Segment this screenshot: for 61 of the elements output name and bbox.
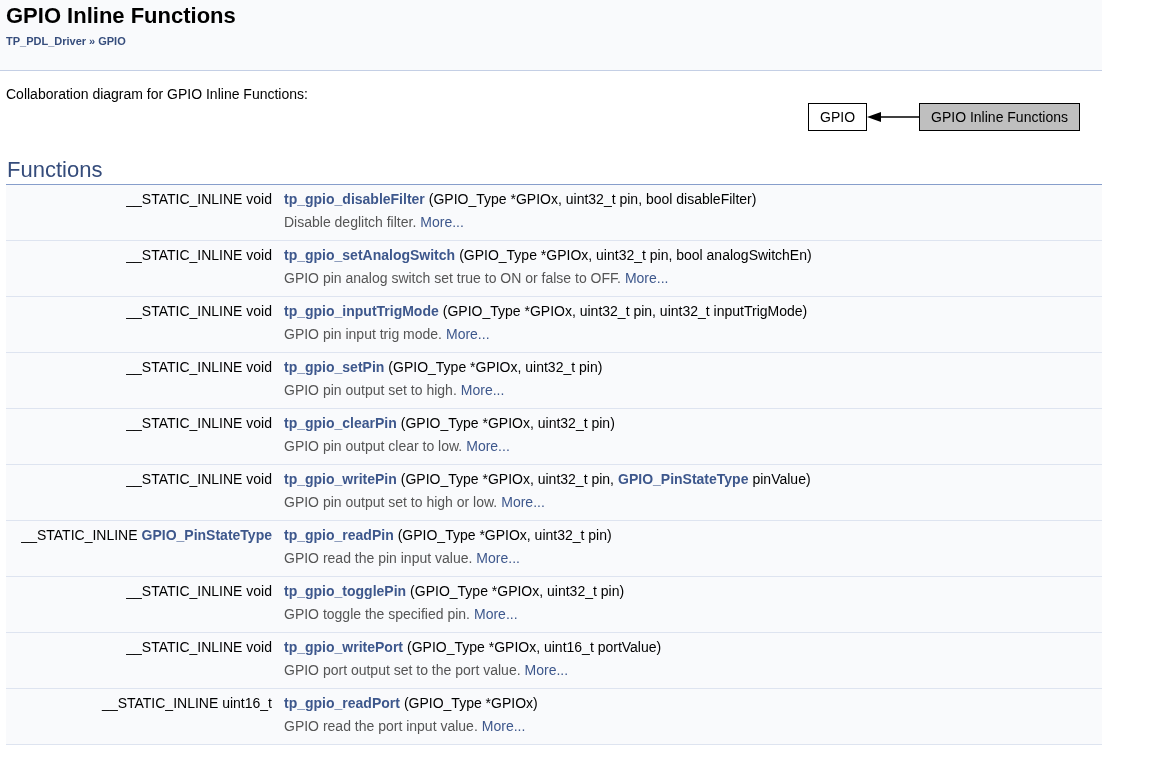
more-link[interactable]: More... — [460, 382, 505, 398]
function-link[interactable]: tp_gpio_setPin — [284, 359, 385, 375]
function-description: GPIO pin output clear to low. — [284, 438, 463, 454]
function-parameters: (GPIO_Type *GPIOx, uint32_t pin, bool analogSwitchEn) — [459, 247, 812, 263]
return-type: __STATIC_INLINE void — [126, 639, 272, 655]
function-link[interactable]: tp_gpio_writePin — [284, 471, 397, 487]
more-link[interactable]: More... — [476, 550, 520, 566]
function-description: Disable deglitch filter. — [284, 214, 417, 230]
function-link[interactable]: tp_gpio_disableFilter — [284, 191, 425, 207]
more-link[interactable]: More... — [501, 494, 545, 510]
arrow-connector — [867, 111, 920, 123]
function-parameters: (GPIO_Type *GPIOx, uint32_t pin, uint32_t inputTrigMode) — [442, 303, 808, 319]
function-description: GPIO read the pin input value. — [284, 550, 473, 566]
breadcrumb-separator: » — [89, 35, 96, 47]
return-type: __STATIC_INLINE — [21, 527, 138, 543]
function-description: GPIO toggle the specified pin. — [284, 606, 470, 622]
function-link[interactable]: tp_gpio_setAnalogSwitch — [284, 247, 456, 263]
function-parameters: (GPIO_Type *GPIOx, uint16_t portValue) — [407, 639, 662, 655]
more-link[interactable]: More... — [445, 326, 490, 342]
function-parameters: (GPIO_Type *GPIOx, uint32_t pin) — [400, 415, 615, 431]
function-description: GPIO read the port input value. — [284, 718, 478, 734]
function-description: GPIO pin analog switch set true to ON or false to OFF. — [284, 270, 621, 286]
more-link[interactable]: More... — [420, 214, 464, 230]
function-parameters: (GPIO_Type *GPIOx, uint32_t pin, bool disableFilter) — [428, 191, 757, 207]
breadcrumb-link[interactable]: TP_PDL_Driver — [6, 35, 87, 47]
page-title: GPIO Inline Functions — [6, 3, 237, 29]
return-type: __STATIC_INLINE void — [126, 471, 272, 487]
function-link[interactable]: tp_gpio_readPort — [284, 695, 400, 711]
type-link[interactable]: GPIO_PinStateType — [141, 527, 272, 543]
type-link[interactable]: GPIO_PinStateType — [618, 471, 749, 487]
breadcrumb-link[interactable]: GPIO — [98, 35, 126, 47]
return-type: __STATIC_INLINE void — [126, 583, 272, 599]
return-type: __STATIC_INLINE void — [126, 303, 272, 319]
function-parameters: pinValue) — [752, 471, 811, 487]
function-parameters: (GPIO_Type *GPIOx, uint32_t pin) — [388, 359, 603, 375]
more-link[interactable]: More... — [481, 718, 526, 734]
function-link[interactable]: tp_gpio_clearPin — [284, 415, 397, 431]
function-link[interactable]: tp_gpio_inputTrigMode — [284, 303, 439, 319]
function-parameters: (GPIO_Type *GPIOx, uint32_t pin) — [397, 527, 612, 543]
function-parameters: (GPIO_Type *GPIOx, uint32_t pin) — [410, 583, 625, 599]
return-type: __STATIC_INLINE void — [126, 247, 272, 263]
function-description: GPIO port output set to the port value. — [284, 662, 521, 678]
return-type: __STATIC_INLINE void — [126, 359, 272, 375]
diagram-node[interactable]: GPIO Inline Functions — [919, 103, 1080, 131]
function-parameters: (GPIO_Type *GPIOx) — [403, 695, 538, 711]
return-type: __STATIC_INLINE void — [126, 191, 272, 207]
diagram-node[interactable]: GPIO — [808, 103, 868, 131]
return-type: __STATIC_INLINE void — [126, 415, 272, 431]
more-link[interactable]: More... — [474, 606, 518, 622]
function-link[interactable]: tp_gpio_readPin — [284, 527, 394, 543]
more-link[interactable]: More... — [466, 438, 510, 454]
function-link[interactable]: tp_gpio_togglePin — [284, 583, 407, 599]
return-type: __STATIC_INLINE uint16_t — [102, 695, 272, 711]
function-link[interactable]: tp_gpio_writePort — [284, 639, 403, 655]
function-parameters: (GPIO_Type *GPIOx, uint32_t pin, — [400, 471, 614, 487]
function-description: GPIO pin output set to high. — [284, 382, 457, 398]
function-description: GPIO pin input trig mode. — [284, 326, 442, 342]
function-description: GPIO pin output set to high or low. — [284, 494, 498, 510]
diagram-caption: Collaboration diagram for GPIO Inline Functions: — [5, 85, 309, 103]
more-link[interactable]: More... — [524, 662, 569, 678]
more-link[interactable]: More... — [624, 270, 669, 286]
